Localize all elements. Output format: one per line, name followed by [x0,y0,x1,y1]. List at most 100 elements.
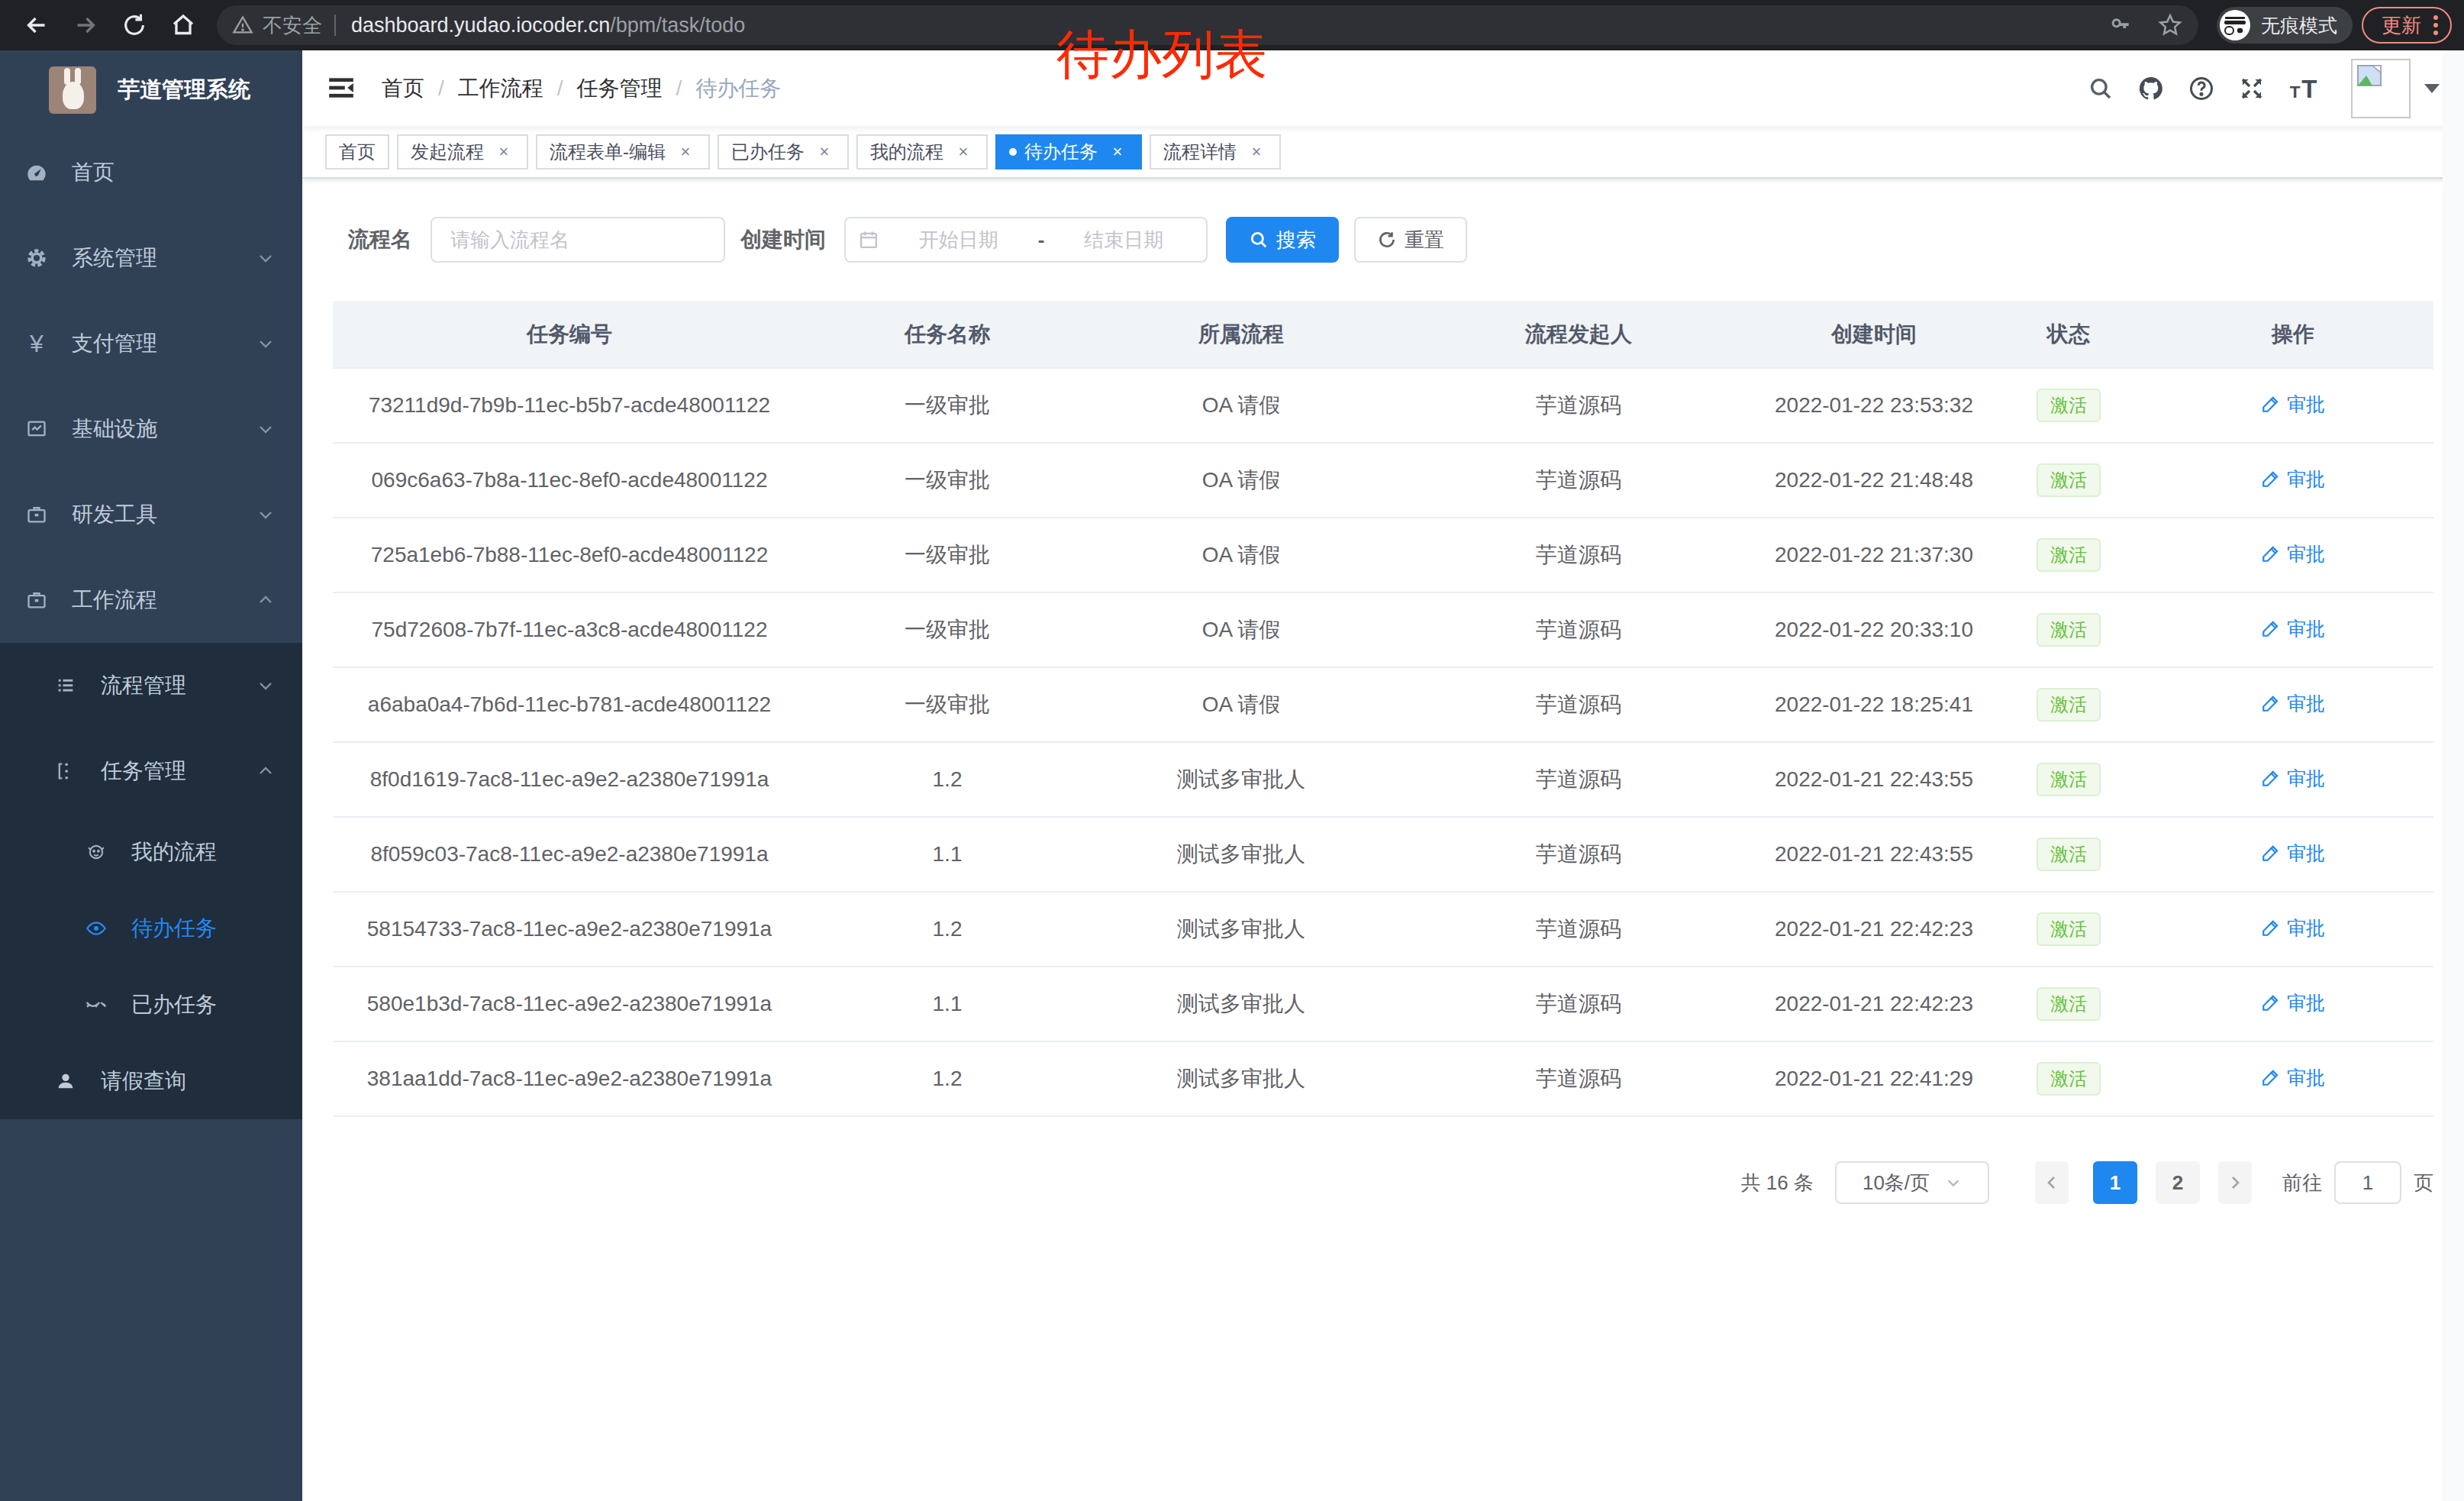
cell-starter: 芋道源码 [1394,892,1763,967]
tag-done-tasks[interactable]: 已办任务× [718,134,849,169]
table-row: 069c6a63-7b8a-11ec-8ef0-acde48001122 一级审… [333,443,2433,518]
approve-button[interactable]: 审批 [2261,990,2325,1015]
close-icon[interactable]: × [675,141,696,163]
url-text: dashboard.yudao.iocoder.cn/bpm/task/todo [351,14,745,37]
refresh-icon [1377,230,1397,250]
approve-button[interactable]: 审批 [2261,541,2325,567]
close-icon[interactable]: × [814,141,835,163]
gear-icon [26,247,47,269]
cell-actions: 审批 [2153,518,2433,592]
cell-starter: 芋道源码 [1394,368,1763,443]
next-page-button[interactable] [2218,1161,2252,1204]
back-icon[interactable] [17,5,56,45]
scrollbar-track[interactable] [2443,50,2464,1501]
breadcrumb-workflow[interactable]: 工作流程 [458,74,543,103]
monitor-icon [26,418,47,440]
col-starter: 流程发起人 [1394,301,1763,368]
browser-update-button[interactable]: 更新 [2362,7,2452,44]
edit-icon [2261,1067,2281,1087]
sidebar-item-home[interactable]: 首页 [0,130,302,215]
chevron-up-icon [256,591,275,609]
chevron-down-icon [256,249,275,267]
tag-my-process[interactable]: 我的流程× [856,134,988,169]
forward-icon[interactable] [66,5,105,45]
tag-todo-tasks[interactable]: 待办任务× [995,134,1142,169]
cell-task-id: 58154733-7ac8-11ec-a9e2-a2380e71991a [333,892,806,967]
approve-button[interactable]: 审批 [2261,766,2325,791]
home-icon[interactable] [163,5,203,45]
edit-icon [2261,993,2281,1012]
browser-menu-icon[interactable] [2433,15,2438,35]
sidebar-item-devtools[interactable]: 研发工具 [0,472,302,557]
jump-page-input[interactable]: 1 [2334,1161,2401,1204]
user-icon [55,1070,76,1092]
sidebar-item-done-tasks[interactable]: 已办任务 [0,967,302,1043]
approve-button[interactable]: 审批 [2261,915,2325,941]
cell-task-id: 580e1b3d-7ac8-11ec-a9e2-a2380e71991a [333,967,806,1041]
sidebar-menu: 首页 系统管理 ¥ 支付管理 基础设施 [0,130,302,1119]
approve-button[interactable]: 审批 [2261,392,2325,417]
reload-icon[interactable] [114,5,154,45]
approve-button[interactable]: 审批 [2261,1065,2325,1090]
cell-process: 测试多审批人 [1088,817,1394,892]
cell-actions: 审批 [2153,592,2433,667]
tag-form-edit[interactable]: 流程表单-编辑× [536,134,710,169]
tag-start-process[interactable]: 发起流程× [397,134,528,169]
sidebar-item-leave-query[interactable]: 请假查询 [0,1043,302,1119]
calendar-icon [858,229,879,250]
cell-process: OA 请假 [1088,592,1394,667]
prev-page-button[interactable] [2035,1161,2069,1204]
date-range-picker[interactable]: 开始日期 - 结束日期 [844,217,1208,263]
jump-suffix: 页 [2414,1170,2433,1196]
bookmark-star-icon[interactable] [2157,12,2183,38]
text-size-icon[interactable]: TT [2288,75,2328,102]
tag-home[interactable]: 首页 [325,134,389,169]
sidebar-logo[interactable]: 芋道管理系统 [0,50,302,130]
close-icon[interactable]: × [1246,141,1267,163]
page-2-button[interactable]: 2 [2156,1161,2200,1204]
fullscreen-icon[interactable] [2238,75,2266,102]
cell-process: 测试多审批人 [1088,742,1394,817]
divider [334,15,336,36]
eye-icon [85,918,107,939]
sidebar-item-task-mgmt[interactable]: 任务管理 [0,728,302,814]
help-icon[interactable] [2188,75,2215,102]
approve-button[interactable]: 审批 [2261,616,2325,641]
sidebar-item-workflow[interactable]: 工作流程 [0,557,302,643]
cell-starter: 芋道源码 [1394,592,1763,667]
sidebar-item-my-process[interactable]: 我的流程 [0,814,302,890]
cell-task-name: 一级审批 [806,518,1088,592]
hamburger-icon[interactable] [327,73,357,104]
breadcrumb: 首页 / 工作流程 / 任务管理 / 待办任务 [382,74,781,103]
tree-icon [55,760,76,782]
cell-status: 激活 [1985,667,2153,742]
search-icon[interactable] [2087,75,2114,102]
page-size-select[interactable]: 10条/页 [1835,1161,1989,1204]
sidebar-item-todo-tasks[interactable]: 待办任务 [0,890,302,967]
close-icon[interactable]: × [953,141,974,163]
key-icon[interactable] [2108,13,2133,37]
page-1-button[interactable]: 1 [2093,1161,2137,1204]
github-icon[interactable] [2137,75,2165,102]
sidebar-item-payment[interactable]: ¥ 支付管理 [0,301,302,386]
approve-button[interactable]: 审批 [2261,466,2325,492]
tag-process-detail[interactable]: 流程详情× [1150,134,1281,169]
process-name-input[interactable]: 请输入流程名 [431,217,725,263]
pagination: 共 16 条 10条/页 1 2 前往 1 页 [302,1161,2433,1204]
sidebar-item-system[interactable]: 系统管理 [0,215,302,301]
edit-icon [2261,918,2281,938]
sidebar-item-process-mgmt[interactable]: 流程管理 [0,643,302,728]
breadcrumb-taskmgmt[interactable]: 任务管理 [577,74,663,103]
caret-down-icon[interactable] [2424,84,2440,93]
edit-icon [2261,394,2281,414]
close-icon[interactable]: × [493,141,514,163]
breadcrumb-home[interactable]: 首页 [382,74,424,103]
sidebar-item-infra[interactable]: 基础设施 [0,386,302,472]
reset-button[interactable]: 重置 [1354,217,1467,263]
approve-button[interactable]: 审批 [2261,841,2325,866]
navbar: 首页 / 工作流程 / 任务管理 / 待办任务 TT [302,50,2464,127]
search-button[interactable]: 搜索 [1226,217,1339,263]
avatar[interactable] [2351,59,2411,118]
approve-button[interactable]: 审批 [2261,691,2325,716]
close-icon[interactable]: × [1107,141,1128,163]
